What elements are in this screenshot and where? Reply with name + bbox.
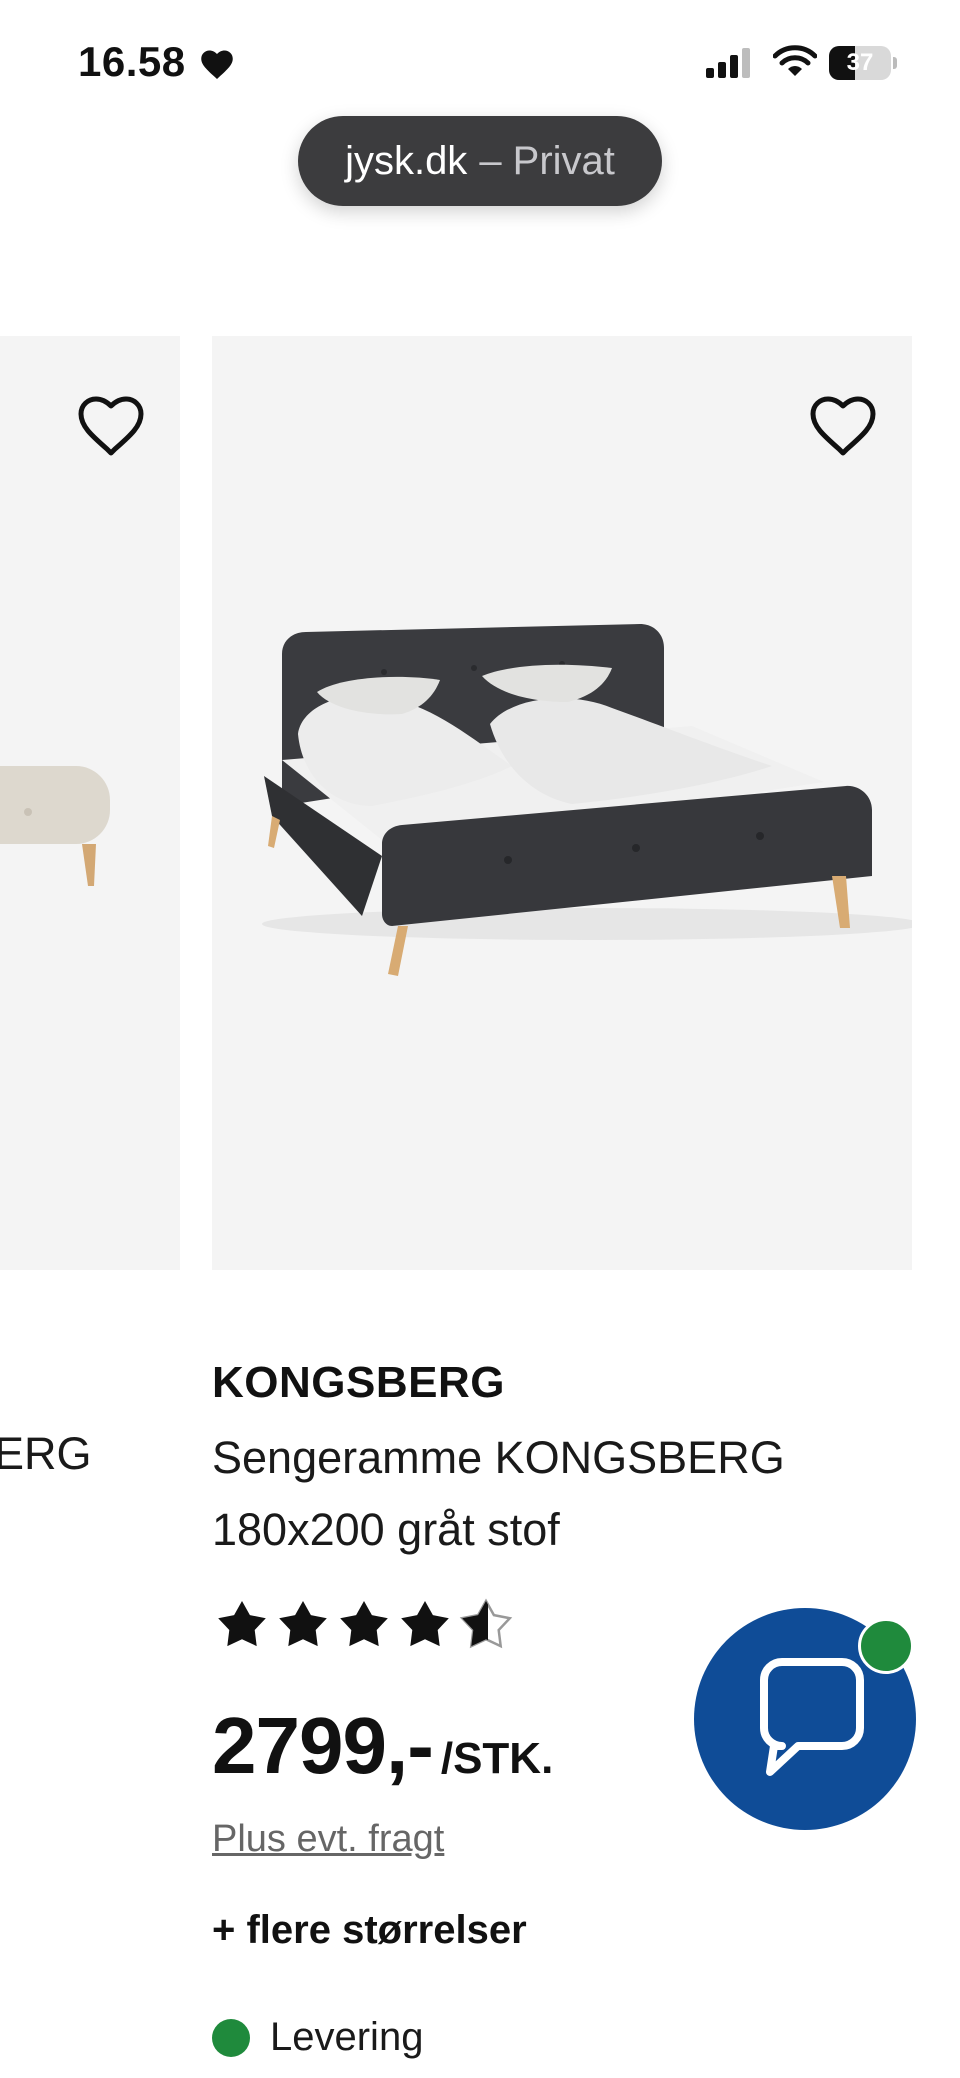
product-image [0,766,110,886]
status-bar: 16.58 37 [0,0,960,120]
battery-indicator: 37 [829,46,891,80]
star-icon [218,1601,266,1647]
product-card[interactable] [212,336,912,1270]
cellular-signal-icon [706,48,750,78]
product-card-previous[interactable] [0,336,180,1270]
url-host: jysk.dk [345,138,468,183]
freight-link[interactable]: Plus evt. fragt [212,1818,444,1861]
price: 2799,-/STK. [212,1700,553,1792]
rating-stars[interactable] [212,1596,522,1663]
product-title[interactable]: Sengeramme KONGSBERG 180x200 gråt stof [212,1422,852,1566]
private-mode-label: – Privat [479,138,615,183]
favorite-heart-icon[interactable] [808,395,878,459]
favorite-heart-icon[interactable] [76,395,146,459]
star-icon [340,1601,388,1647]
product-brand: KONGSBERG [212,1358,505,1407]
battery-tip [893,57,897,69]
heart-icon [201,50,233,79]
chat-notification-badge [858,1618,914,1674]
delivery-status: Levering [212,2015,423,2060]
previous-product-name: ERG [0,1428,92,1479]
star-icon [279,1601,327,1647]
more-sizes-link[interactable]: + flere størrelser [212,1908,527,1953]
delivery-status-dot [212,2018,250,2057]
star-icon [401,1601,449,1647]
wifi-icon [773,45,817,76]
battery-level: 37 [846,49,874,76]
price-unit: /STK. [440,1734,554,1783]
address-bar[interactable]: jysk.dk – Privat [298,116,662,206]
price-value: 2799,- [212,1701,434,1790]
clock: 16.58 [78,38,186,85]
product-image [262,624,912,976]
delivery-label: Levering [270,2015,424,2059]
